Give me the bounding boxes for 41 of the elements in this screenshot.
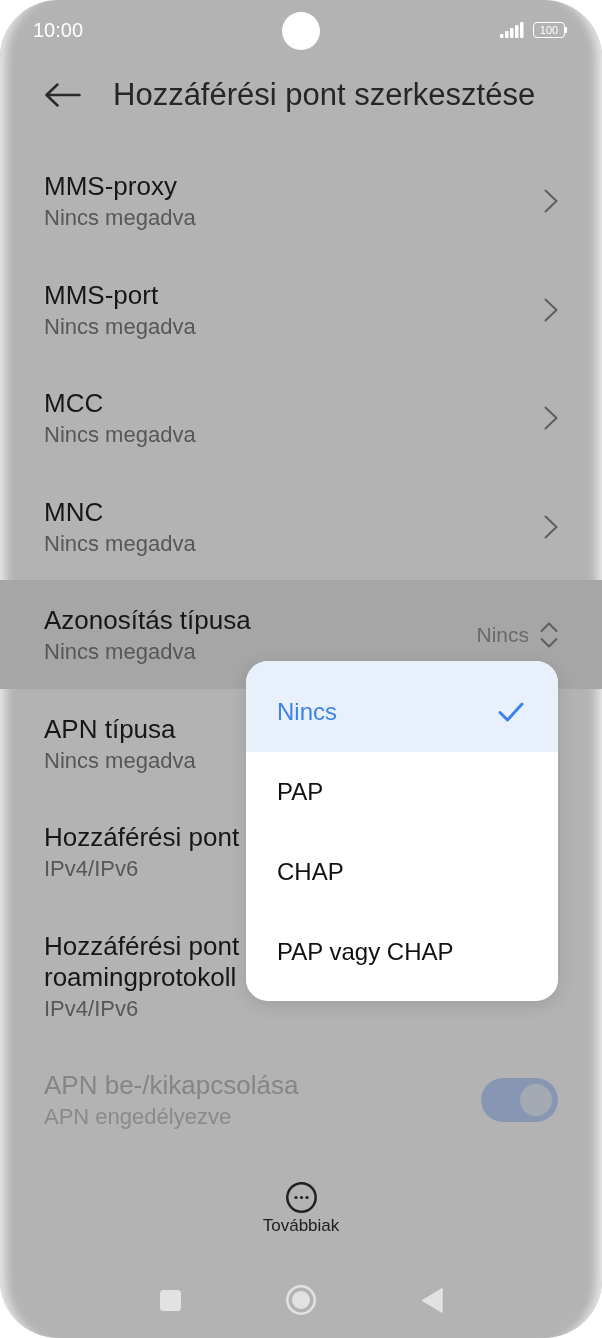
- setting-title: MMS-port: [44, 279, 159, 311]
- menu-option[interactable]: PAP vagy CHAP: [246, 912, 558, 992]
- settings-row[interactable]: MMS-proxy Nincs megadva: [0, 146, 602, 255]
- camera-hole-icon: [282, 12, 320, 50]
- back-arrow-icon[interactable]: [45, 83, 81, 107]
- settings-row[interactable]: MCC Nincs megadva: [0, 363, 602, 472]
- setting-value: Nincs megadva: [44, 747, 196, 774]
- menu-option[interactable]: CHAP: [246, 832, 558, 912]
- setting-value: Nincs megadva: [44, 639, 196, 665]
- chevron-right-icon: [544, 189, 558, 213]
- setting-title: MCC: [44, 388, 104, 419]
- chevron-right-icon: [544, 514, 558, 539]
- setting-title: APN típusa: [44, 713, 176, 745]
- settings-row[interactable]: MMS-port Nincs megadva: [0, 254, 602, 363]
- setting-value: IPv4/IPv6: [44, 856, 139, 882]
- setting-value: Nincs megadva: [44, 530, 196, 557]
- chevron-right-icon: [544, 406, 558, 430]
- signal-icon: [500, 22, 524, 38]
- setting-title: Azonosítás típusa: [44, 605, 251, 636]
- more-icon: [285, 1182, 317, 1213]
- settings-row[interactable]: MNC Nincs megadva: [0, 471, 602, 580]
- more-button[interactable]: Továbbiak: [262, 1182, 340, 1236]
- page-title: Hozzáférési pont szerkesztése: [113, 76, 536, 114]
- home-icon[interactable]: [286, 1285, 316, 1315]
- setting-title: Hozzáférési pont roamingprotokoll: [44, 930, 240, 993]
- back-icon[interactable]: [421, 1287, 443, 1313]
- setting-title: MMS-proxy: [44, 171, 177, 202]
- setting-value: Nincs megadva: [44, 205, 196, 231]
- setting-value: Nincs megadva: [44, 313, 196, 340]
- checkmark-icon: [498, 702, 524, 722]
- square-icon[interactable]: [159, 1289, 181, 1311]
- chevron-right-icon: [544, 297, 558, 322]
- up-down-chevron-icon: [540, 622, 558, 648]
- battery-indicator: 100: [533, 22, 567, 38]
- setting-value: Nincs megadva: [44, 422, 196, 448]
- setting-title: Hozzáférési pont: [44, 822, 240, 853]
- setting-value: IPv4/IPv6: [44, 995, 139, 1022]
- selected-value: Nincs: [476, 622, 529, 648]
- setting-title: MNC: [44, 496, 104, 528]
- menu-option[interactable]: PAP: [246, 752, 558, 832]
- status-time: 10:00: [33, 18, 84, 42]
